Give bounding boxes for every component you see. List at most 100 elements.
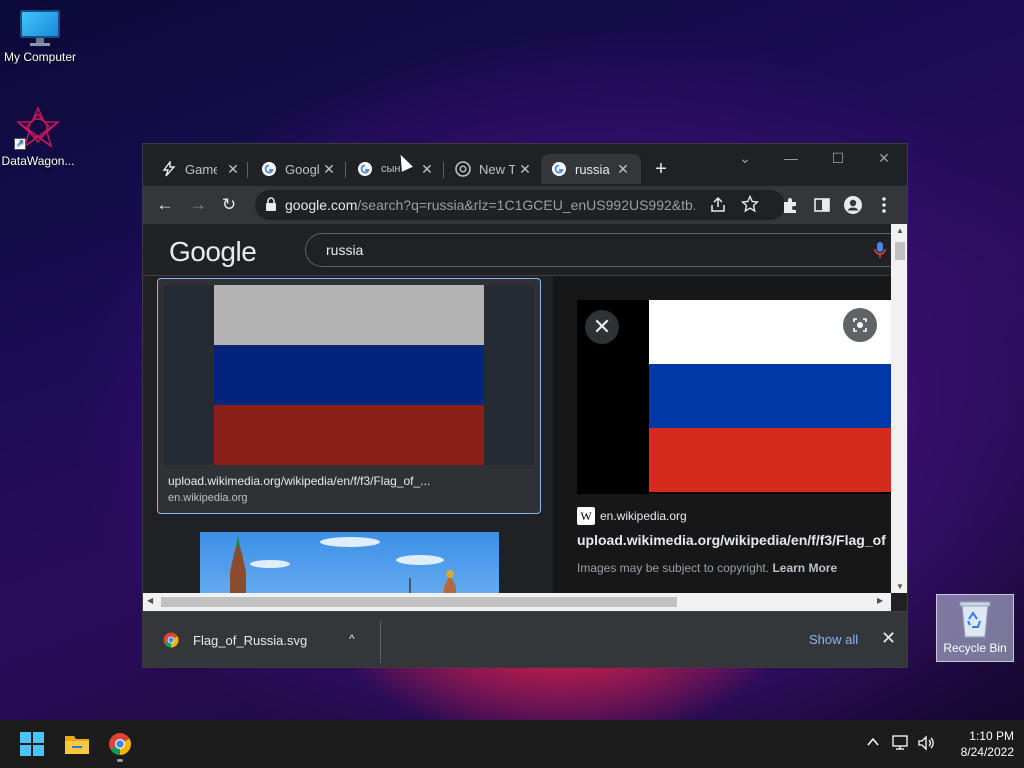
close-tab-icon[interactable]: ✕ — [419, 161, 435, 178]
taskbar: 1:10 PM 8/24/2022 — [0, 720, 1024, 768]
search-query: russia — [326, 242, 364, 258]
horizontal-scroll-thumb[interactable] — [161, 597, 677, 607]
desktop-icon-recycle-bin[interactable]: Recycle Bin — [936, 594, 1014, 662]
copyright-notice: Images may be subject to copyright. Lear… — [577, 561, 837, 575]
taskbar-clock[interactable]: 1:10 PM 8/24/2022 — [940, 728, 1014, 760]
desktop-icon-label: My Computer — [3, 50, 77, 64]
google-header: Google russia — [143, 224, 905, 276]
tab-title: Game — [185, 161, 217, 177]
volume-icon[interactable] — [918, 735, 936, 754]
tab-divider — [247, 162, 248, 178]
tab-divider — [443, 162, 444, 178]
forward-button[interactable]: → — [186, 194, 210, 216]
lens-icon[interactable] — [843, 308, 877, 342]
close-tab-icon[interactable]: ✕ — [615, 161, 631, 178]
flag-stripe-white — [214, 285, 484, 345]
chrome-window: Game ✕ Googl ✕ сын ✕ New T ✕ russia ✕ + … — [142, 143, 908, 668]
download-item[interactable]: Flag_of_Russia.svg — [163, 632, 307, 648]
url-path: /search?q=russia&rlz=1C1GCEU_enUS992US99… — [357, 197, 695, 213]
microphone-icon[interactable] — [874, 241, 886, 259]
scroll-down-icon[interactable]: ▼ — [891, 582, 907, 591]
result-title[interactable]: upload.wikimedia.org/wikipedia/en/f/f3/F… — [168, 474, 430, 488]
show-hidden-icons-chevron-icon[interactable] — [866, 735, 880, 752]
monitor-icon — [18, 10, 62, 46]
tab-title: New T — [479, 161, 515, 177]
desktop-icon-label: DataWagon... — [1, 154, 75, 168]
scroll-up-icon[interactable]: ▲ — [891, 226, 907, 235]
image-result-card[interactable]: upload.wikimedia.org/wikipedia/en/f/f3/F… — [157, 278, 541, 514]
search-input[interactable]: russia — [305, 233, 905, 267]
tab-game[interactable]: Game ✕ — [161, 154, 241, 184]
tab-russia[interactable]: russia ✕ — [541, 154, 641, 184]
desktop-icon-my-computer[interactable]: My Computer — [0, 10, 80, 64]
browser-toolbar: ← → ↻ google.com/search?q=russia&rlz=1C1… — [143, 186, 907, 224]
close-tab-icon[interactable]: ✕ — [321, 161, 337, 178]
share-icon[interactable] — [709, 196, 727, 219]
tab-google[interactable]: Googl ✕ — [261, 154, 337, 184]
tab-title: russia — [575, 161, 610, 177]
scroll-left-icon[interactable]: ◀ — [147, 596, 153, 605]
download-filename: Flag_of_Russia.svg — [193, 632, 308, 648]
address-bar[interactable]: google.com/search?q=russia&rlz=1C1GCEU_e… — [255, 190, 785, 220]
preview-title[interactable]: upload.wikimedia.org/wikipedia/en/f/f3/F… — [577, 532, 886, 548]
google-icon — [261, 161, 277, 177]
side-panel-icon[interactable] — [813, 196, 831, 219]
preview-flag-image: ✕ — [577, 300, 907, 494]
flag-stripe-red — [649, 428, 907, 492]
start-icon[interactable] — [20, 732, 46, 756]
learn-more-link[interactable]: Learn More — [772, 561, 837, 575]
download-divider — [380, 621, 381, 663]
copyright-text: Images may be subject to copyright. — [577, 561, 770, 575]
result-domain: en.wikipedia.org — [168, 492, 248, 504]
download-bar: Flag_of_Russia.svg ^ Show all ✕ — [143, 611, 907, 667]
russia-flag-thumbnail — [164, 285, 534, 465]
reload-button[interactable]: ↻ — [217, 194, 241, 216]
chrome-icon — [455, 161, 471, 177]
google-logo[interactable]: Google — [169, 236, 257, 268]
back-button[interactable]: ← — [153, 194, 177, 216]
new-tab-button[interactable]: + — [651, 158, 671, 180]
tab-new-tab[interactable]: New T ✕ — [455, 154, 533, 184]
url-host: google.com — [285, 197, 358, 213]
image-preview-panel: ✕ W en.wikipedia.org upload.wikimedia.or… — [553, 276, 907, 611]
horizontal-scrollbar[interactable]: ◀ ▶ — [143, 593, 891, 611]
maximize-button[interactable]: ☐ — [826, 150, 850, 167]
close-tab-icon[interactable]: ✕ — [225, 161, 241, 178]
vertical-scroll-thumb[interactable] — [895, 242, 905, 260]
chrome-taskbar-icon[interactable] — [108, 732, 134, 762]
recycle-bin-label: Recycle Bin — [943, 641, 1007, 655]
tab-divider — [345, 162, 346, 178]
google-icon — [357, 161, 373, 177]
clock-date: 8/24/2022 — [960, 745, 1014, 759]
bookmark-star-icon[interactable] — [740, 194, 760, 218]
tab-search-icon[interactable]: ⌄ — [733, 150, 757, 167]
vertical-scrollbar[interactable]: ▲ ▼ — [891, 224, 907, 593]
show-all-downloads-button[interactable]: Show all — [809, 632, 858, 647]
tab-title: Googl — [285, 161, 319, 177]
wikipedia-icon: W — [577, 507, 595, 525]
network-icon[interactable] — [892, 735, 910, 754]
flag-stripe-blue — [649, 364, 907, 428]
chrome-icon — [163, 632, 179, 648]
close-window-button[interactable]: ✕ — [872, 150, 896, 167]
menu-kebab-icon[interactable] — [881, 196, 887, 219]
preview-source[interactable]: W en.wikipedia.org — [577, 507, 687, 525]
preview-source-domain: en.wikipedia.org — [600, 509, 687, 523]
file-explorer-icon[interactable] — [64, 732, 90, 756]
running-indicator — [117, 759, 123, 762]
tab-strip: Game ✕ Googl ✕ сын ✕ New T ✕ russia ✕ + … — [143, 144, 907, 186]
profile-avatar-icon[interactable] — [843, 195, 863, 220]
clock-time: 1:10 PM — [969, 729, 1014, 743]
desktop-icon-datawagon[interactable]: ↗ DataWagon... — [0, 106, 78, 168]
extensions-icon[interactable] — [781, 196, 799, 219]
scroll-right-icon[interactable]: ▶ — [877, 596, 883, 605]
download-options-chevron-icon[interactable]: ^ — [349, 632, 355, 646]
flag-stripe-red — [214, 405, 484, 465]
minimize-button[interactable]: — — [779, 150, 803, 166]
lightning-icon — [161, 161, 177, 177]
close-download-bar-button[interactable]: ✕ — [881, 628, 896, 649]
close-tab-icon[interactable]: ✕ — [517, 161, 533, 178]
google-icon — [551, 161, 567, 177]
close-preview-button[interactable]: ✕ — [585, 310, 619, 344]
lock-icon — [265, 197, 277, 211]
